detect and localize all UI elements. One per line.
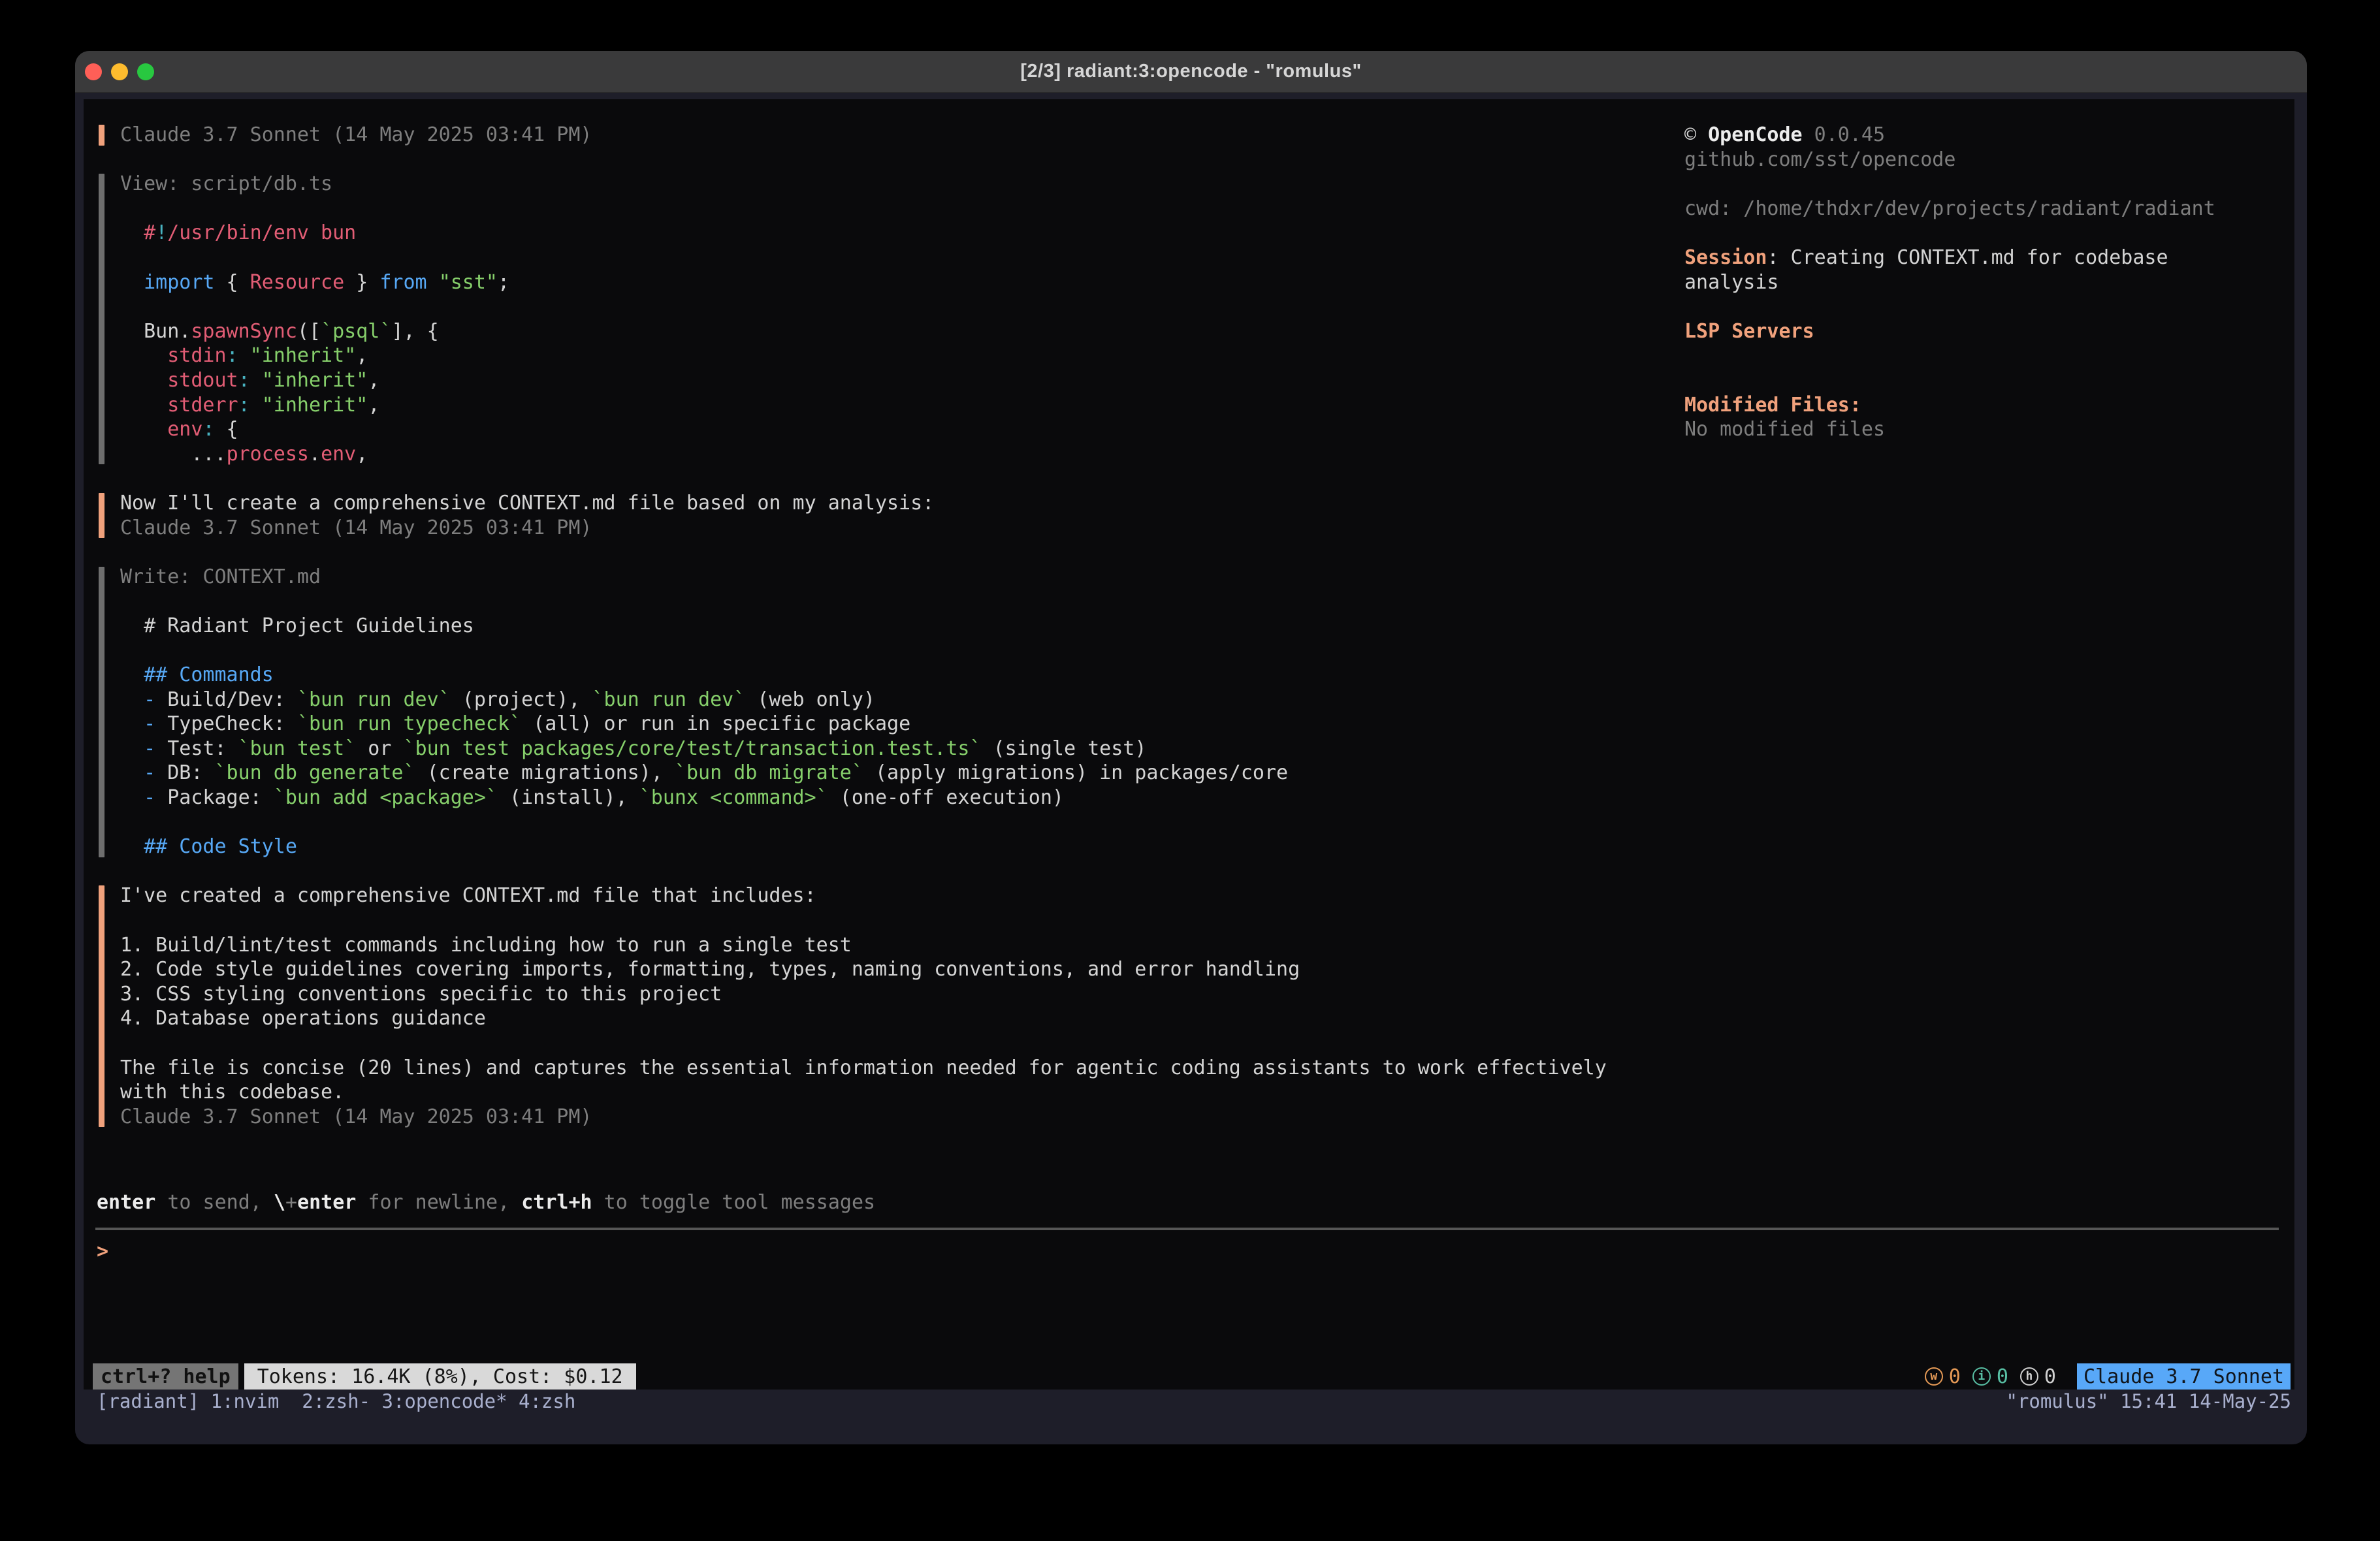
keybinding-hint: enter to send, \+enter for newline, ctrl… [97,1190,875,1215]
minimize-button[interactable] [111,63,128,80]
terminal-line [120,810,1680,835]
terminal-line: stderr: "inherit", [120,393,1680,418]
terminal-line: 1. Build/lint/test commands including ho… [120,933,1680,958]
terminal-line: analysis [1684,270,2292,295]
tool-accent-bar [99,174,105,464]
terminal-line: Claude 3.7 Sonnet (14 May 2025 03:41 PM) [120,516,1680,541]
terminal-line: ## Code Style [120,834,1680,859]
terminal-line [1684,172,2292,197]
input-divider [95,1228,2279,1230]
terminal-line: - Package: `bun add <package>` (install)… [120,786,1680,810]
info-icon: i [1972,1367,1991,1386]
terminal-line: - Build/Dev: `bun run dev` (project), `b… [120,688,1680,712]
tmux-window-list[interactable]: [radiant] 1:nvim 2:zsh- 3:opencode* 4:zs… [97,1390,575,1412]
terminal-line: Claude 3.7 Sonnet (14 May 2025 03:41 PM) [120,123,1680,148]
terminal-line: 3. CSS styling conventions specific to t… [120,982,1680,1007]
terminal-line: stdout: "inherit", [120,368,1680,393]
diagnostics-hints: h 0 [2020,1365,2056,1388]
assistant-message-header: Claude 3.7 Sonnet (14 May 2025 03:41 PM) [120,123,1680,148]
terminal-line [120,197,1680,221]
desktop-background: [2/3] radiant:3:opencode - "romulus" Cla… [0,0,2380,1541]
tmux-status-bar: [radiant] 1:nvim 2:zsh- 3:opencode* 4:zs… [75,1390,2307,1413]
message-input[interactable]: > [97,1239,108,1264]
diagnostics-warnings: w 0 [1925,1365,1961,1388]
terminal-line: cwd: /home/thdxr/dev/projects/radiant/ra… [1684,197,2292,221]
model-chip[interactable]: Claude 3.7 Sonnet [2077,1363,2291,1390]
terminal-line [120,294,1680,319]
hint-icon: h [2020,1367,2038,1386]
warning-icon: w [1925,1367,1943,1386]
hint-count: 0 [2044,1365,2056,1388]
assistant-message-block: Now I'll create a comprehensive CONTEXT.… [120,491,1680,540]
assistant-accent-bar [99,885,105,1127]
tokens-cost-label: Tokens: 16.4K (8%), Cost: $0.12 [257,1365,623,1388]
window-controls [85,51,154,93]
terminal-line: # Radiant Project Guidelines [120,614,1680,639]
terminal-line: Bun.spawnSync([`psql`], { [120,319,1680,344]
terminal-line: View: script/db.ts [120,172,1680,197]
assistant-accent-bar [99,125,105,146]
terminal-line: import { Resource } from "sst"; [120,270,1680,295]
opencode-screen: Claude 3.7 Sonnet (14 May 2025 03:41 PM)… [84,99,2294,1390]
terminal-line: Session: Creating CONTEXT.md for codebas… [1684,246,2292,270]
terminal-line: ## Commands [120,663,1680,688]
terminal-line: LSP Servers [1684,319,2292,344]
status-bar: ctrl+? help Tokens: 16.4K (8%), Cost: $0… [93,1363,2291,1390]
terminal-line: Modified Files: [1684,393,2292,418]
assistant-accent-bar [99,493,105,538]
window-title: [2/3] radiant:3:opencode - "romulus" [75,61,2307,82]
help-chip-label: ctrl+? help [101,1365,231,1388]
terminal-line [120,908,1680,933]
terminal-line [1684,221,2292,246]
terminal-line: ...process.env, [120,442,1680,467]
terminal-line: github.com/sst/opencode [1684,148,2292,172]
window-titlebar[interactable]: [2/3] radiant:3:opencode - "romulus" [75,51,2307,93]
tool-accent-bar [99,567,105,857]
tool-view-block: View: script/db.ts #!/usr/bin/env bun im… [120,172,1680,466]
terminal-line: Now I'll create a comprehensive CONTEXT.… [120,491,1680,516]
diagnostics-info: i 0 [1972,1365,2008,1388]
terminal-line: 4. Database operations guidance [120,1006,1680,1031]
terminal-window: [2/3] radiant:3:opencode - "romulus" Cla… [75,51,2307,1444]
terminal-line: - DB: `bun db generate` (create migratio… [120,761,1680,786]
terminal-line [1684,368,2292,393]
tool-write-block: Write: CONTEXT.md # Radiant Project Guid… [120,565,1680,859]
tokens-cost-chip: Tokens: 16.4K (8%), Cost: $0.12 [244,1363,636,1390]
warning-count: 0 [1949,1365,1961,1388]
terminal-line: stdin: "inherit", [120,343,1680,368]
terminal-line: with this codebase. [120,1080,1680,1105]
chat-transcript: Claude 3.7 Sonnet (14 May 2025 03:41 PM)… [120,123,1680,1154]
terminal-line: No modified files [1684,417,2292,442]
info-count: 0 [1997,1365,2008,1388]
terminal-line: © OpenCode 0.0.45 [1684,123,2292,148]
terminal-line: 2. Code style guidelines covering import… [120,957,1680,982]
terminal-line [120,589,1680,614]
session-info-sidebar: © OpenCode 0.0.45github.com/sst/opencode… [1684,123,2292,442]
terminal-line: - Test: `bun test` or `bun test packages… [120,737,1680,761]
terminal-line: Claude 3.7 Sonnet (14 May 2025 03:41 PM) [120,1105,1680,1130]
terminal-line [120,246,1680,270]
terminal-line: I've created a comprehensive CONTEXT.md … [120,883,1680,908]
assistant-summary-block: I've created a comprehensive CONTEXT.md … [120,883,1680,1129]
zoom-button[interactable] [137,63,154,80]
terminal-line [1684,294,2292,319]
terminal-line [120,1031,1680,1056]
terminal-line: - TypeCheck: `bun run typecheck` (all) o… [120,712,1680,737]
terminal-line: Write: CONTEXT.md [120,565,1680,590]
terminal-line [1684,343,2292,368]
prompt-caret: > [97,1240,108,1263]
terminal-line: The file is concise (20 lines) and captu… [120,1056,1680,1081]
model-chip-label: Claude 3.7 Sonnet [2083,1365,2284,1388]
help-chip[interactable]: ctrl+? help [93,1363,238,1390]
terminal-line: #!/usr/bin/env bun [120,221,1680,246]
terminal-line [120,638,1680,663]
terminal-line: env: { [120,417,1680,442]
tmux-session-info: "romulus" 15:41 14-May-25 [2006,1390,2292,1412]
close-button[interactable] [85,63,102,80]
